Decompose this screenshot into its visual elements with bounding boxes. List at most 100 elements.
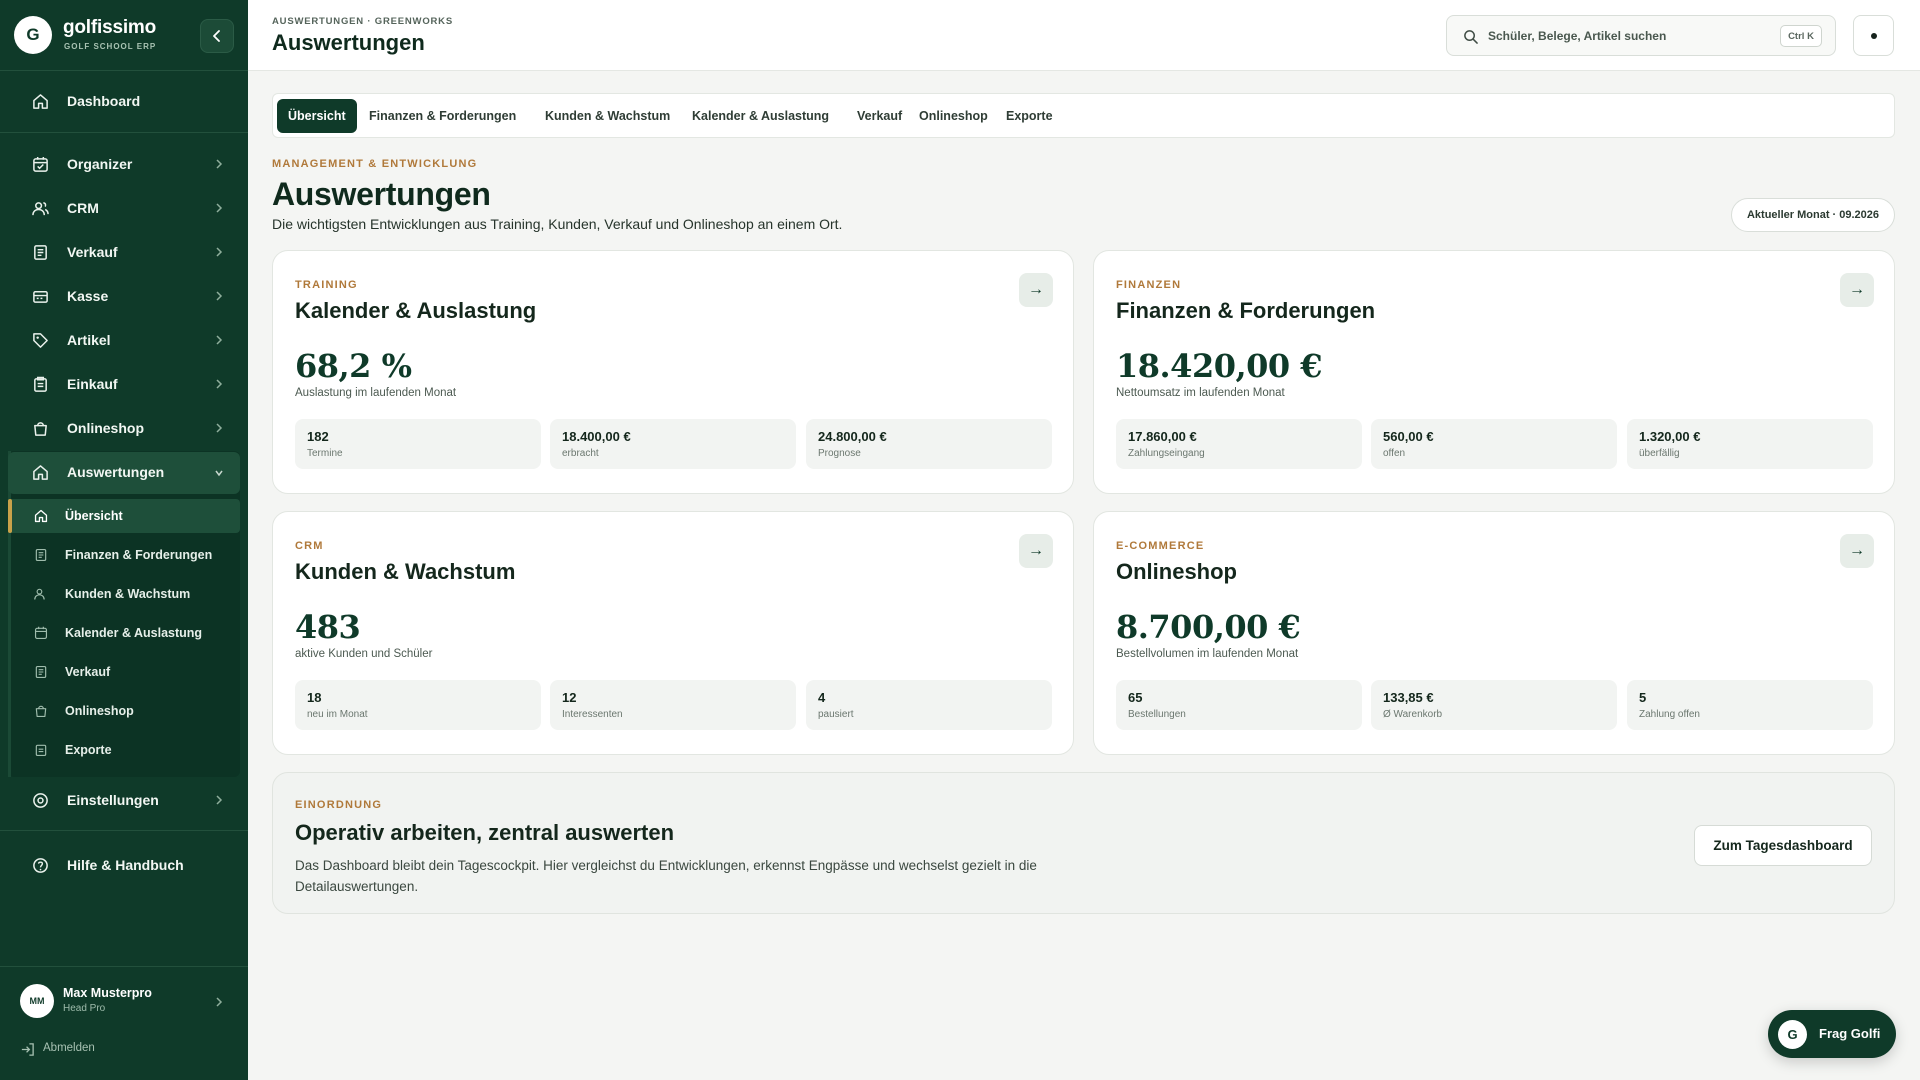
receipt-icon — [34, 245, 47, 260]
page-eyebrow: MANAGEMENT & ENTWICKLUNG — [272, 158, 478, 170]
sidebar-subitem-exporte[interactable]: Exporte — [8, 733, 240, 767]
stat-value: 17.860,00 € — [1128, 429, 1197, 444]
chevron-right-icon — [216, 795, 223, 805]
sidebar-subitem-label: Übersicht — [65, 509, 123, 523]
tab-verkauf[interactable]: Verkauf — [846, 99, 913, 133]
search-box[interactable]: Ctrl K — [1446, 15, 1836, 56]
sidebar: G golfissimo GOLF SCHOOL ERP Dashboard O… — [0, 0, 248, 1080]
sidebar-subitem-label: Onlineshop — [65, 704, 134, 718]
arrow-right-icon: → — [1849, 542, 1865, 559]
stat-value: 65 — [1128, 690, 1143, 705]
card-kpi-label: Nettoumsatz im laufenden Monat — [1116, 387, 1285, 399]
page-title: Auswertungen — [272, 176, 491, 212]
users-icon — [34, 588, 45, 600]
gear-icon — [33, 793, 48, 808]
open-card-button[interactable]: → — [1019, 273, 1053, 307]
arrow-right-icon: → — [1028, 281, 1044, 298]
sidebar-subitem-kalender[interactable]: Kalender & Auslastung — [8, 616, 240, 650]
sidebar-item-auswertungen[interactable]: Auswertungen — [8, 452, 240, 494]
home-icon — [33, 94, 48, 109]
stat-label: überfällig — [1639, 448, 1680, 459]
card-title: Kalender & Auslastung — [295, 298, 537, 323]
stat-label: Interessenten — [562, 709, 623, 720]
receipt-icon — [35, 548, 47, 562]
daily-dashboard-button[interactable]: Zum Tagesdashboard — [1694, 825, 1872, 866]
sidebar-item-label: Einkauf — [67, 376, 118, 392]
stat-tile: 4 pausiert — [806, 680, 1052, 730]
tab-kalender[interactable]: Kalender & Auslastung — [681, 99, 840, 133]
stat-value: 24.800,00 € — [818, 429, 887, 444]
shopping-bag-icon — [34, 422, 47, 436]
tab-finanzen[interactable]: Finanzen & Forderungen — [358, 99, 527, 133]
card-eyebrow: CRM — [295, 540, 324, 552]
home-icon — [33, 465, 48, 480]
sidebar-item-dashboard[interactable]: Dashboard — [8, 81, 240, 121]
brand-name: golfissimo — [63, 17, 157, 38]
assistant-logo: G — [1778, 1020, 1807, 1049]
chevron-right-icon — [216, 379, 223, 389]
sidebar-subitem-label: Finanzen & Forderungen — [65, 548, 213, 562]
sidebar-divider — [0, 966, 248, 967]
user-name: Max Musterpro — [63, 986, 152, 1000]
user-menu[interactable]: MM Max Musterpro Head Pro — [20, 982, 240, 1022]
notifications-button[interactable] — [1853, 15, 1894, 56]
chevron-right-icon — [216, 291, 223, 301]
sidebar-subitem-finanzen[interactable]: Finanzen & Forderungen — [8, 538, 240, 572]
tab-kunden[interactable]: Kunden & Wachstum — [534, 99, 681, 133]
sidebar-item-hilfe[interactable]: Hilfe & Handbuch — [8, 845, 240, 885]
sidebar-item-artikel[interactable]: Artikel — [8, 320, 240, 360]
chevron-right-icon — [216, 247, 223, 257]
stat-value: 18.400,00 € — [562, 429, 631, 444]
card-eyebrow: E-COMMERCE — [1116, 540, 1205, 552]
chevron-left-icon — [213, 30, 220, 42]
search-input[interactable] — [1488, 27, 1768, 45]
sidebar-subitem-kunden[interactable]: Kunden & Wachstum — [8, 577, 240, 611]
arrow-right-icon: → — [1849, 281, 1865, 298]
chevron-down-icon — [215, 470, 223, 477]
calendar-icon — [34, 626, 48, 640]
stat-tile: 5 Zahlung offen — [1627, 680, 1873, 730]
stat-value: 1.320,00 € — [1639, 429, 1701, 444]
sidebar-item-label: Einstellungen — [67, 792, 159, 808]
sidebar-subitem-label: Verkauf — [65, 665, 111, 679]
open-card-button[interactable]: → — [1019, 534, 1053, 568]
stat-label: offen — [1383, 448, 1406, 459]
card-eyebrow: FINANZEN — [1116, 279, 1182, 291]
sidebar-subitem-verkauf[interactable]: Verkauf — [8, 655, 240, 689]
user-role: Head Pro — [63, 1003, 106, 1014]
sidebar-item-label: CRM — [67, 200, 99, 216]
stat-label: Ø Warenkorb — [1383, 709, 1443, 720]
chevron-right-icon — [216, 997, 223, 1007]
tab-onlineshop[interactable]: Onlineshop — [908, 99, 999, 133]
receipt-icon — [35, 665, 47, 679]
tab-exporte[interactable]: Exporte — [995, 99, 1064, 133]
stat-tile: 1.320,00 € überfällig — [1627, 419, 1873, 469]
sidebar-item-onlineshop[interactable]: Onlineshop — [8, 408, 240, 448]
stat-label: neu im Monat — [307, 709, 368, 720]
open-card-button[interactable]: → — [1840, 273, 1874, 307]
sidebar-item-verkauf[interactable]: Verkauf — [8, 232, 240, 272]
tab-uebersicht[interactable]: Übersicht — [277, 99, 357, 133]
help-icon — [33, 858, 48, 873]
open-card-button[interactable]: → — [1840, 534, 1874, 568]
assistant-button[interactable]: G Frag Golfi — [1768, 1010, 1896, 1058]
sidebar-subitem-uebersicht[interactable]: Übersicht — [8, 499, 240, 533]
sidebar-item-kasse[interactable]: Kasse — [8, 276, 240, 316]
sidebar-item-einstellungen[interactable]: Einstellungen — [8, 780, 240, 820]
collapse-sidebar-button[interactable] — [200, 19, 234, 53]
breadcrumb: AUSWERTUNGEN · GREENWORKS — [272, 16, 453, 27]
card-onlineshop: E-COMMERCE Onlineshop → 8.700,00 € Beste… — [1093, 511, 1895, 755]
sidebar-divider — [0, 132, 248, 133]
sidebar-subitem-onlineshop[interactable]: Onlineshop — [8, 694, 240, 728]
card-kpi-label: Bestellvolumen im laufenden Monat — [1116, 648, 1299, 660]
clipboard-icon — [35, 744, 47, 757]
sidebar-item-crm[interactable]: CRM — [8, 188, 240, 228]
stat-tile: 12 Interessenten — [550, 680, 796, 730]
sidebar-item-label: Onlineshop — [67, 420, 144, 436]
sidebar-item-organizer[interactable]: Organizer — [8, 144, 240, 184]
month-filter[interactable]: Aktueller Monat · 09.2026 — [1731, 198, 1895, 232]
sidebar-subitem-label: Kunden & Wachstum — [65, 587, 191, 601]
card-kalender: TRAINING Kalender & Auslastung → 68,2 % … — [272, 250, 1074, 494]
sidebar-item-einkauf[interactable]: Einkauf — [8, 364, 240, 404]
clipboard-icon — [34, 376, 47, 392]
